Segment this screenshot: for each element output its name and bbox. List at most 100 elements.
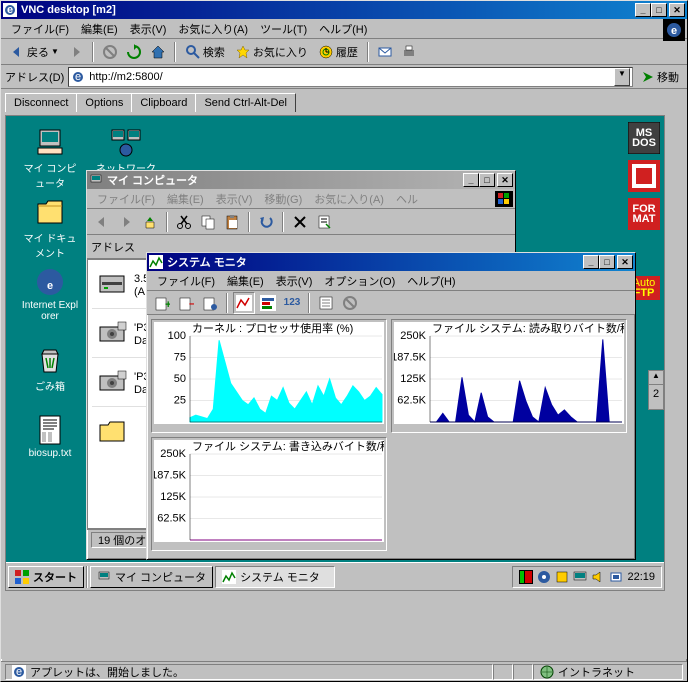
svg-text:e: e (16, 666, 22, 678)
mc-cut[interactable] (173, 211, 195, 233)
mycomputer-icon (89, 173, 103, 187)
go-button[interactable]: 移動 (637, 69, 683, 85)
vnc-tab-disconnect[interactable]: Disconnect (5, 93, 77, 112)
address-dropdown[interactable]: ▼ (614, 68, 630, 86)
mc-menu-fav[interactable]: お気に入り(A) (308, 189, 390, 209)
msdos-icon[interactable]: MSDOS (628, 122, 660, 154)
chart-2: 62.5K125K187.5K250Kファイル システム: 書き込みバイト数/秒 (151, 437, 387, 551)
minimize-button[interactable]: _ (635, 3, 651, 17)
maximize-button[interactable]: □ (651, 3, 667, 17)
sm-close[interactable]: ✕ (617, 255, 633, 269)
desktop-icon-ie[interactable]: e Internet Explorer (20, 266, 80, 322)
chart-1: 62.5K125K187.5K250Kファイル システム: 読み取りバイト数/秒 (391, 319, 627, 433)
vnc-tab-ctrlaltdel[interactable]: Send Ctrl-Alt-Del (195, 93, 296, 112)
sm-numeric[interactable]: 123 (281, 292, 303, 314)
system-tray[interactable]: 22:19 (512, 566, 662, 588)
tray-icon-6[interactable] (609, 570, 623, 584)
mc-copy[interactable] (197, 211, 219, 233)
mc-properties[interactable] (313, 211, 335, 233)
sm-remove[interactable]: – (175, 292, 197, 314)
svg-text:75: 75 (174, 352, 186, 364)
desktop-icon-network[interactable]: ネットワーク (96, 126, 156, 175)
mc-menu-file[interactable]: ファイル(F) (91, 189, 161, 209)
start-button[interactable]: スタート (8, 566, 84, 588)
mc-menu-go[interactable]: 移動(G) (258, 189, 308, 209)
sm-line-chart[interactable] (233, 292, 255, 314)
menu-favorites[interactable]: お気に入り(A) (172, 19, 254, 39)
sm-minimize[interactable]: _ (583, 255, 599, 269)
menu-help[interactable]: ヘルプ(H) (313, 19, 373, 39)
mycomputer-title: マイ コンピュータ (107, 172, 463, 188)
tray-volume-icon[interactable] (537, 570, 551, 584)
ie-throbber-icon: e (663, 19, 685, 41)
mc-menu-edit[interactable]: 編集(E) (161, 189, 210, 209)
svg-text:+: + (165, 299, 170, 311)
mc-back[interactable] (91, 211, 113, 233)
win-flag-icon (495, 191, 513, 207)
sm-bar-chart[interactable] (257, 292, 279, 314)
outer-titlebar: e VNC desktop [m2] _ □ ✕ (1, 1, 687, 19)
sm-menu-view[interactable]: 表示(V) (270, 271, 319, 291)
tray-display-icon[interactable] (573, 570, 587, 584)
svg-text:–: – (189, 298, 194, 310)
mc-undo[interactable] (255, 211, 277, 233)
vnc-toolbar: Disconnect Options Clipboard Send Ctrl-A… (1, 89, 687, 112)
sm-add[interactable]: + (151, 292, 173, 314)
sm-toolbar: + – 123 (147, 291, 635, 315)
sm-menu-edit[interactable]: 編集(E) (221, 271, 270, 291)
red-app-icon[interactable] (628, 160, 660, 192)
mc-forward[interactable] (115, 211, 137, 233)
sm-menu-help[interactable]: ヘルプ(H) (401, 271, 461, 291)
desktop-icon-biosup[interactable]: biosup.txt (20, 414, 80, 459)
search-button[interactable]: 検索 (181, 44, 229, 60)
menu-tools[interactable]: ツール(T) (254, 19, 313, 39)
svg-text:e: e (47, 280, 53, 292)
print-button[interactable] (398, 41, 420, 63)
home-button[interactable] (147, 41, 169, 63)
mc-up[interactable] (139, 211, 161, 233)
sm-menu-file[interactable]: ファイル(F) (151, 271, 221, 291)
desktop-icon-mycomputer[interactable]: マイ コンピュータ (20, 126, 80, 190)
sysmon-titlebar[interactable]: システム モニタ _ □ ✕ (147, 253, 635, 271)
tray-icon-1[interactable] (519, 570, 533, 584)
task-sysmon[interactable]: システム モニタ (215, 566, 335, 588)
vnc-tab-options[interactable]: Options (76, 93, 132, 112)
mc-maximize[interactable]: □ (479, 173, 495, 187)
desktop-scrollbar[interactable]: ▲ 2 (648, 370, 664, 410)
sm-menu-options[interactable]: オプション(O) (318, 271, 401, 291)
mail-button[interactable] (374, 41, 396, 63)
favorites-button[interactable]: お気に入り (231, 44, 312, 60)
task-mycomputer[interactable]: マイ コンピュータ (90, 566, 213, 588)
desktop-icon-recycle[interactable]: ごみ箱 (20, 344, 80, 393)
desktop-icon-mydocs[interactable]: マイ ドキュメント (20, 196, 80, 260)
svg-text:e: e (7, 4, 13, 16)
mc-menu-view[interactable]: 表示(V) (210, 189, 259, 209)
sm-maximize[interactable]: □ (599, 255, 615, 269)
format-icon[interactable]: FORMAT (628, 198, 660, 230)
sysmon-title: システム モニタ (167, 254, 583, 270)
menu-view[interactable]: 表示(V) (124, 19, 173, 39)
stop-button[interactable] (99, 41, 121, 63)
mc-close[interactable]: ✕ (497, 173, 513, 187)
vnc-tab-clipboard[interactable]: Clipboard (131, 93, 196, 112)
history-button[interactable]: 履歴 (314, 44, 362, 60)
tray-speaker-icon[interactable] (591, 570, 605, 584)
mc-delete[interactable] (289, 211, 311, 233)
sm-edit[interactable] (199, 292, 221, 314)
forward-button[interactable] (65, 41, 87, 63)
mc-paste[interactable] (221, 211, 243, 233)
menu-edit[interactable]: 編集(E) (75, 19, 124, 39)
mc-minimize[interactable]: _ (463, 173, 479, 187)
mycomputer-titlebar[interactable]: マイ コンピュータ _ □ ✕ (87, 171, 515, 189)
back-button[interactable]: 戻る ▼ (5, 44, 63, 60)
remote-desktop[interactable]: マイ コンピュータ ネットワーク マイ ドキュメント e Internet Ex… (5, 115, 665, 591)
sm-stop-log[interactable] (339, 292, 361, 314)
address-input[interactable] (89, 71, 610, 83)
svg-text:カーネル : プロセッサ使用率 (%): カーネル : プロセッサ使用率 (%) (192, 322, 353, 335)
close-button[interactable]: ✕ (669, 3, 685, 17)
sm-log[interactable] (315, 292, 337, 314)
tray-icon-3[interactable] (555, 570, 569, 584)
mc-menu-help[interactable]: ヘル (390, 189, 424, 209)
menu-file[interactable]: ファイル(F) (5, 19, 75, 39)
refresh-button[interactable] (123, 41, 145, 63)
